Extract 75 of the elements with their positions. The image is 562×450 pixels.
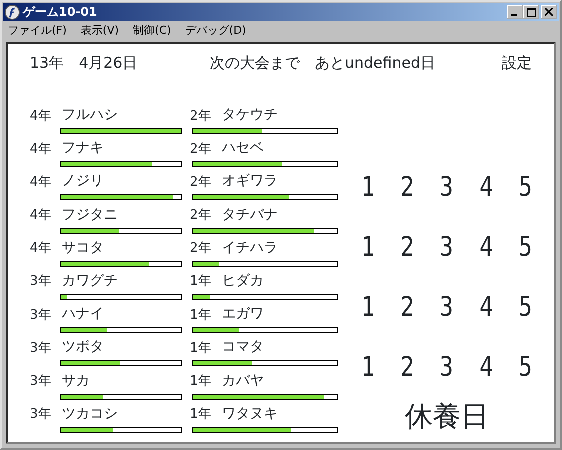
grade-label: 2年 [190,174,212,192]
grade-label: 2年 [190,108,212,126]
player-name[interactable]: フナキ [62,138,190,160]
close-button[interactable] [541,5,557,19]
grade-label: 3年 [30,273,52,292]
grade-label: 3年 [30,373,52,392]
number-option[interactable]: 1 [362,348,376,388]
grade-label: 3年 [30,306,52,325]
number-option[interactable]: 2 [400,348,415,388]
number-option[interactable]: 4 [479,288,494,328]
number-option[interactable]: 4 [479,168,494,208]
player-name[interactable]: カバヤ [222,370,340,392]
player-name[interactable]: ツボタ [62,337,190,358]
date-label: 13年 4月26日 [30,52,139,74]
grade-label: 4年 [30,240,52,258]
maximize-button[interactable] [523,5,539,19]
grade-label: 3年 [30,340,52,358]
grade-label: 1年 [190,373,212,392]
player-name[interactable]: イチハラ [222,238,340,259]
player-name[interactable]: タチバナ [222,204,340,226]
grade-label: 1年 [190,406,212,424]
player-name[interactable]: オギワラ [222,171,340,192]
number-option[interactable]: 1 [362,228,376,268]
maximize-icon [526,8,536,16]
player-name[interactable]: フルハシ [62,105,190,126]
menu-item[interactable]: ファイル(F) [8,22,67,40]
grade-label: 1年 [190,273,212,292]
number-option[interactable]: 2 [400,168,415,208]
grade-label: 4年 [30,108,52,126]
grade-label: 4年 [30,207,52,226]
number-option[interactable]: 5 [518,168,532,208]
menu-item[interactable]: 制御(C) [133,22,172,40]
number-option[interactable]: 3 [440,348,454,388]
grade-label: 2年 [190,240,212,258]
menu-item[interactable]: デバッグ(D) [185,22,246,40]
player-name[interactable]: エガワ [222,304,340,326]
player-name[interactable]: サカ [62,370,190,392]
next-event-label: 次の大会まで あとundefined日 [210,52,436,74]
number-option[interactable]: 3 [440,168,454,208]
player-name[interactable]: タケウチ [222,105,340,126]
grade-label: 1年 [190,340,212,358]
number-option[interactable]: 5 [518,228,532,268]
player-name[interactable]: コマタ [222,337,340,358]
player-name[interactable]: ハナイ [62,304,190,326]
number-option[interactable]: 3 [440,288,454,328]
number-option[interactable]: 1 [362,168,376,208]
grade-label: 3年 [30,406,52,424]
number-option[interactable]: 2 [400,228,415,268]
number-option[interactable]: 1 [362,288,376,328]
grade-label: 4年 [30,140,52,159]
player-name[interactable]: ハセベ [222,138,340,160]
player-name[interactable]: ワタヌキ [222,404,340,425]
player-name[interactable]: ツカコシ [62,404,190,425]
number-option[interactable]: 2 [400,288,415,328]
grade-label: 1年 [190,306,212,325]
number-option[interactable]: 5 [518,348,532,388]
menu-item[interactable]: 表示(V) [80,22,120,40]
number-option[interactable]: 4 [479,228,494,268]
settings-link[interactable]: 設定 [502,52,532,74]
window-title: ゲーム10-01 [23,6,98,18]
player-name[interactable]: ヒダカ [222,270,340,292]
grade-label: 2年 [190,140,212,159]
grade-label: 4年 [30,174,52,192]
minimize-button[interactable] [507,5,523,19]
rest-day-label[interactable]: 休養日 [405,396,489,438]
player-name[interactable]: フジタニ [62,204,190,226]
player-name[interactable]: サコタ [62,238,190,259]
grade-label: 2年 [190,207,212,226]
player-name[interactable]: ノジリ [62,171,190,192]
number-option[interactable]: 3 [440,228,454,268]
app-icon [5,4,20,20]
number-option[interactable]: 4 [479,348,494,388]
player-name[interactable]: カワグチ [62,270,190,292]
close-icon [545,8,553,16]
number-option[interactable]: 5 [518,288,532,328]
